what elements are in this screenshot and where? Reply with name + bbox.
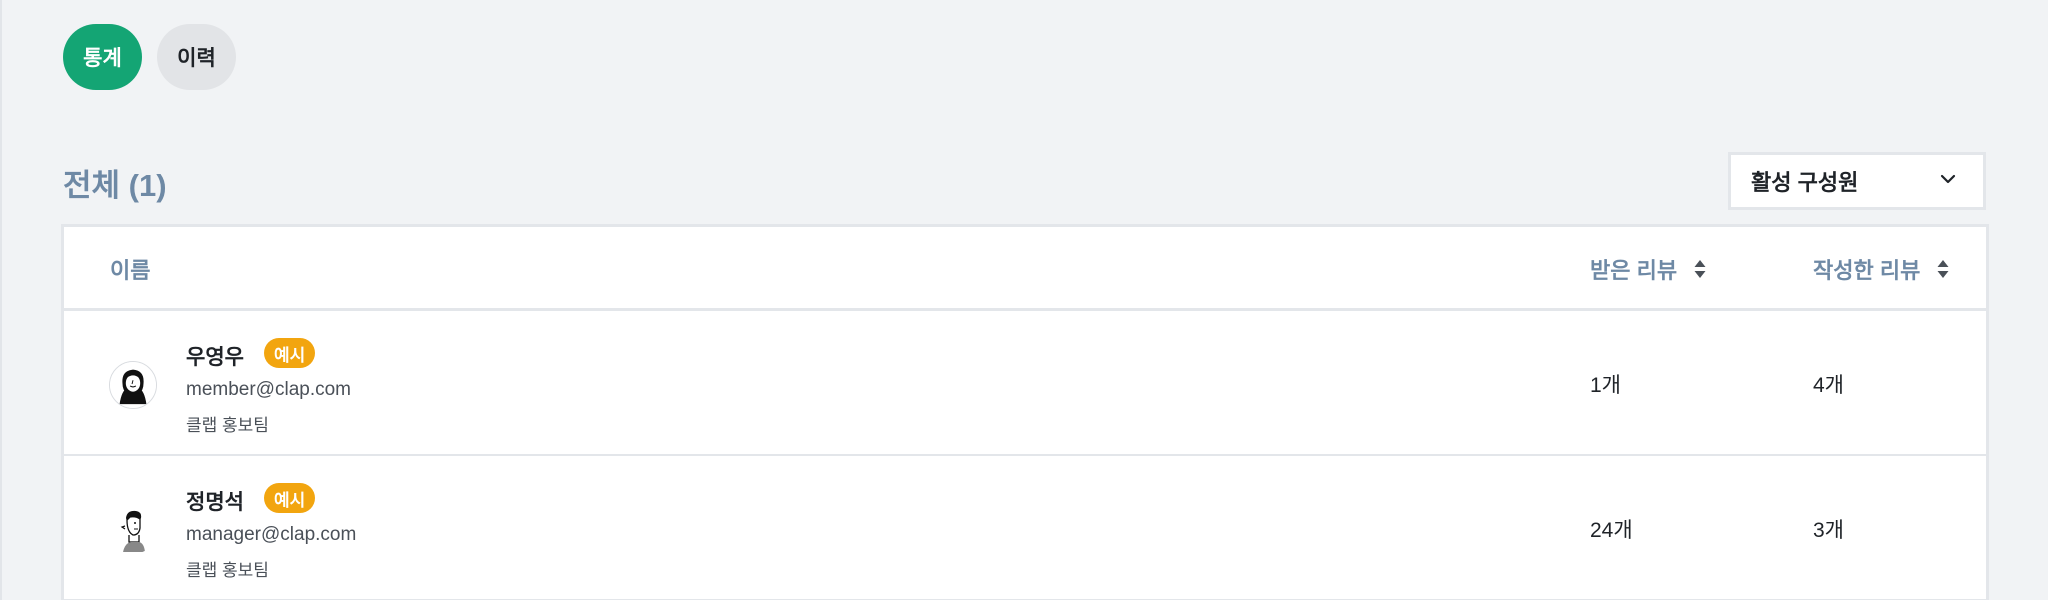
table-row[interactable]: 정명석 예시 manager@clap.com 클랩 홍보팀 24개 3개 bbox=[64, 456, 1986, 600]
page-left-border bbox=[0, 0, 2, 600]
woman-illustration-avatar-icon bbox=[109, 361, 157, 409]
sort-icon bbox=[1693, 258, 1707, 280]
man-illustration-avatar-icon bbox=[109, 506, 157, 554]
column-header-written-label: 작성한 리뷰 bbox=[1813, 258, 1921, 283]
member-name: 정명석 bbox=[186, 491, 244, 514]
received-review-count: 24개 bbox=[1590, 519, 1633, 542]
sort-icon bbox=[1936, 258, 1950, 280]
member-table: 이름 받은 리뷰 작성한 리뷰 우영우 예시 member@clap.com 클… bbox=[61, 224, 1989, 600]
column-header-received-reviews[interactable]: 받은 리뷰 bbox=[1590, 227, 1707, 311]
tab-statistics[interactable]: 통계 bbox=[63, 24, 142, 90]
written-review-count: 4개 bbox=[1813, 374, 1844, 397]
member-name: 우영우 bbox=[186, 346, 244, 369]
tab-history[interactable]: 이력 bbox=[157, 24, 236, 90]
member-status-select-value: 활성 구성원 bbox=[1751, 170, 1859, 195]
example-badge: 예시 bbox=[264, 483, 316, 513]
member-email: member@clap.com bbox=[186, 379, 351, 400]
view-tabs: 통계 이력 bbox=[63, 24, 236, 90]
example-badge: 예시 bbox=[264, 338, 316, 368]
member-status-select[interactable]: 활성 구성원 bbox=[1728, 152, 1986, 210]
column-header-name-label: 이름 bbox=[110, 258, 151, 283]
column-header-written-reviews[interactable]: 작성한 리뷰 bbox=[1813, 227, 1950, 311]
member-team: 클랩 홍보팀 bbox=[186, 416, 269, 435]
table-header: 이름 받은 리뷰 작성한 리뷰 bbox=[64, 227, 1986, 311]
table-row[interactable]: 우영우 예시 member@clap.com 클랩 홍보팀 1개 4개 bbox=[64, 311, 1986, 456]
chevron-down-icon bbox=[1939, 170, 1957, 193]
column-header-received-label: 받은 리뷰 bbox=[1590, 258, 1678, 283]
member-email: manager@clap.com bbox=[186, 524, 357, 545]
column-header-name: 이름 bbox=[110, 227, 150, 311]
total-count-title: 전체 (1) bbox=[63, 168, 167, 203]
written-review-count: 3개 bbox=[1813, 519, 1844, 542]
member-team: 클랩 홍보팀 bbox=[186, 561, 269, 580]
received-review-count: 1개 bbox=[1590, 374, 1621, 397]
